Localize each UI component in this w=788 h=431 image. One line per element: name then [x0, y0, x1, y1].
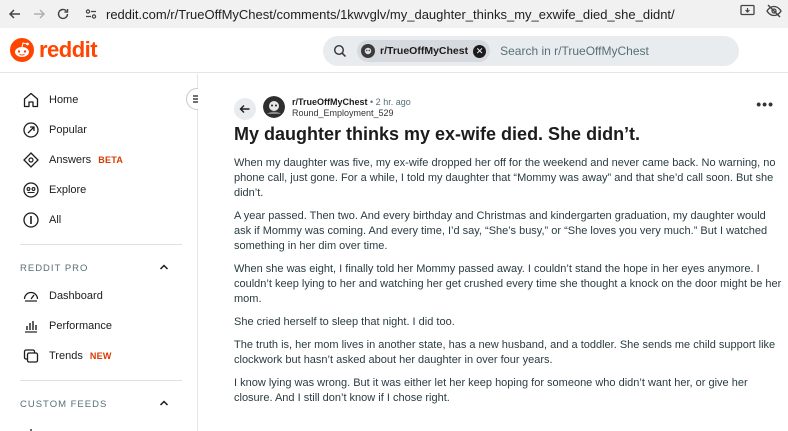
- sidebar-item-label: Explore: [49, 184, 87, 196]
- forward-arrow-icon[interactable]: [28, 3, 50, 25]
- chevron-up-icon: [158, 397, 170, 412]
- answers-icon: [20, 149, 42, 171]
- more-options-icon[interactable]: •••: [756, 96, 774, 112]
- popular-icon: [20, 119, 42, 141]
- search-input[interactable]: Search in r/TrueOffMyChest: [500, 44, 649, 58]
- chevron-up-icon: [158, 261, 170, 276]
- performance-icon: [20, 315, 42, 337]
- post-paragraph: When my daughter was five, my ex-wife dr…: [234, 157, 776, 199]
- back-arrow-icon[interactable]: [4, 3, 26, 25]
- clear-chip-icon[interactable]: ✕: [473, 44, 487, 58]
- reddit-pro-section-toggle[interactable]: REDDIT PRO: [20, 261, 170, 276]
- back-button[interactable]: [234, 98, 256, 120]
- url-text: reddit.com/r/TrueOffMyChest/comments/1kw…: [106, 6, 675, 22]
- sidebar-item-dashboard[interactable]: Dashboard: [10, 282, 186, 310]
- section-heading: REDDIT PRO: [20, 263, 89, 274]
- post-paragraph: She cried herself to sleep that night. I…: [234, 316, 455, 328]
- sidebar-item-label: Dashboard: [49, 290, 103, 302]
- sidebar-divider: [20, 380, 182, 381]
- post-paragraph: A year passed. Then two. And every birth…: [234, 210, 768, 252]
- sidebar-item-performance[interactable]: Performance: [10, 312, 186, 340]
- post-paragraph: The truth is, her mom lives in another s…: [234, 339, 776, 366]
- all-icon: [20, 209, 42, 231]
- sidebar-divider: [20, 244, 182, 245]
- explore-icon: [20, 179, 42, 201]
- sidebar-item-all[interactable]: All: [10, 206, 186, 234]
- sidebar-item-label: Performance: [49, 320, 112, 332]
- beta-badge: BETA: [98, 155, 124, 165]
- plus-icon: [20, 423, 42, 431]
- reddit-logo[interactable]: reddit: [10, 37, 98, 63]
- subreddit-avatar-icon: [361, 44, 375, 58]
- left-sidebar: Home Popular Answers BETA Explore All RE…: [0, 74, 198, 431]
- subreddit-filter-chip[interactable]: r/TrueOffMyChest ✕: [357, 40, 491, 62]
- logo-text: reddit: [39, 37, 98, 62]
- address-bar[interactable]: reddit.com/r/TrueOffMyChest/comments/1kw…: [82, 3, 772, 25]
- sidebar-item-answers[interactable]: Answers BETA: [10, 146, 186, 174]
- sidebar-item-label: Trends: [49, 350, 83, 362]
- post-time: • 2 hr. ago: [370, 97, 411, 107]
- post-detail: r/TrueOffMyChest • 2 hr. ago Round_Emplo…: [198, 74, 788, 431]
- dashboard-icon: [20, 285, 42, 307]
- sidebar-item-home[interactable]: Home: [10, 86, 186, 114]
- new-badge: NEW: [89, 351, 112, 361]
- sidebar-item-label: Home: [49, 94, 79, 106]
- install-app-icon[interactable]: [740, 4, 756, 23]
- sidebar-item-trends[interactable]: Trends NEW: [10, 342, 186, 370]
- reload-icon[interactable]: [52, 3, 74, 25]
- post-paragraph: I know lying was wrong. But it was eithe…: [234, 377, 748, 404]
- sidebar-item-create-feed[interactable]: [10, 420, 186, 431]
- search-bar[interactable]: r/TrueOffMyChest ✕ Search in r/TrueOffMy…: [323, 36, 739, 66]
- search-icon: [323, 44, 357, 58]
- post-title: My daughter thinks my ex-wife died. She …: [234, 124, 641, 144]
- custom-feeds-section-toggle[interactable]: CUSTOM FEEDS: [20, 397, 170, 412]
- sidebar-item-popular[interactable]: Popular: [10, 116, 186, 144]
- browser-toolbar: reddit.com/r/TrueOffMyChest/comments/1kw…: [0, 0, 788, 28]
- site-header: reddit r/TrueOffMyChest ✕ Search in r/Tr…: [0, 28, 788, 73]
- section-heading: CUSTOM FEEDS: [20, 399, 108, 410]
- arrow-left-icon: [239, 105, 250, 113]
- sidebar-item-label: Popular: [49, 124, 87, 136]
- chip-label: r/TrueOffMyChest: [380, 45, 469, 57]
- subreddit-avatar[interactable]: [263, 96, 285, 118]
- post-author[interactable]: Round_Employment_529: [292, 108, 394, 118]
- sidebar-item-label: Answers: [49, 154, 92, 166]
- sidebar-item-explore[interactable]: Explore: [10, 176, 186, 204]
- eye-off-icon[interactable]: [766, 4, 782, 23]
- subreddit-link[interactable]: r/TrueOffMyChest: [292, 97, 368, 107]
- reddit-snoo-icon: [10, 38, 34, 62]
- home-icon: [20, 89, 42, 111]
- sidebar-item-label: All: [49, 214, 62, 226]
- post-paragraph: When she was eight, I finally told her M…: [234, 263, 782, 305]
- site-info-icon[interactable]: [82, 5, 100, 23]
- post-body: When my daughter was five, my ex-wife dr…: [234, 156, 782, 414]
- trends-icon: [20, 345, 42, 367]
- post-meta: r/TrueOffMyChest • 2 hr. ago: [292, 97, 411, 107]
